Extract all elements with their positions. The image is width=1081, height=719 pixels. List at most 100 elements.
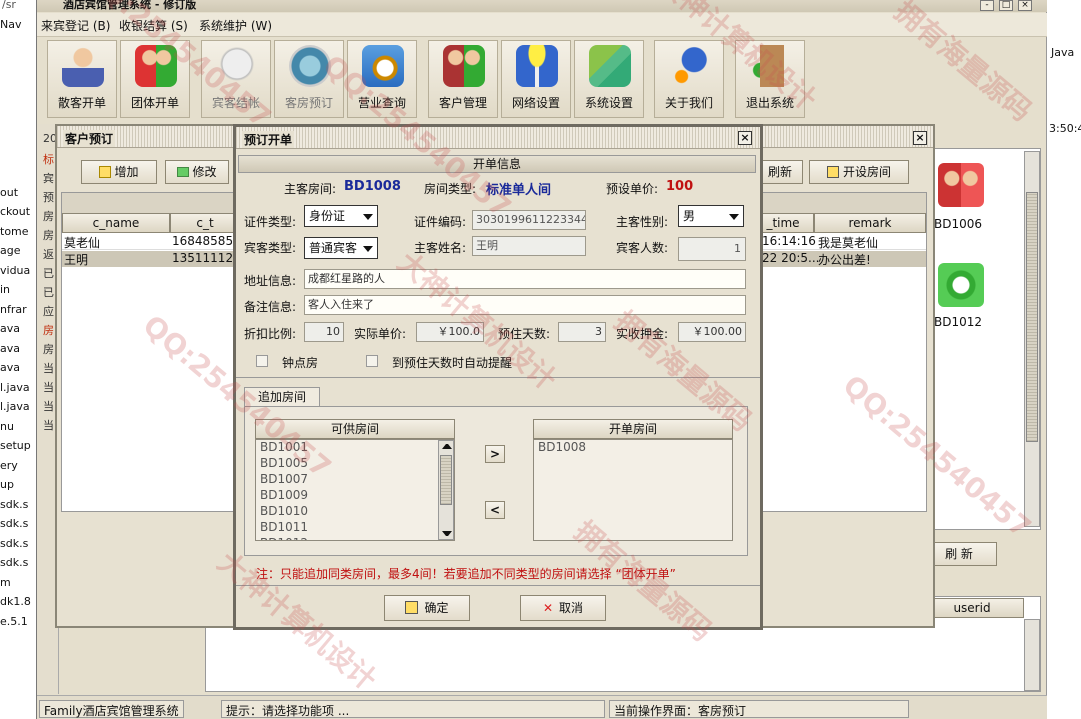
tab-add-room[interactable]: 追加房间 [244, 387, 320, 407]
id-type-select[interactable]: 身份证 [304, 205, 378, 227]
ide-tree-item[interactable]: l.java [0, 381, 30, 394]
days-field[interactable]: 3 [558, 322, 606, 342]
ide-tree-item[interactable]: Nav [0, 18, 21, 31]
id-type-label: 证件类型: [244, 215, 297, 229]
bottom-col-userid[interactable]: userid [920, 598, 1024, 618]
name-field[interactable]: 王明 [472, 236, 586, 256]
tool-system-settings[interactable]: 系统设置 [574, 40, 644, 118]
col-c-tel[interactable]: c_t [170, 213, 240, 233]
menu-system[interactable]: 系统维护 (W) [199, 17, 272, 34]
ide-tree-item[interactable]: e.5.1 [0, 615, 28, 628]
ide-tree-item[interactable]: ery [0, 459, 18, 472]
hourly-checkbox[interactable] [256, 355, 268, 367]
ide-tree-item[interactable]: nfrar [0, 303, 27, 316]
list-item[interactable]: BD1010 [258, 504, 454, 520]
opened-rooms-list[interactable]: BD1008 [533, 439, 733, 541]
avail-scrollbar[interactable] [438, 440, 454, 540]
tool-about[interactable]: 关于我们 [654, 40, 724, 118]
ide-tree-item[interactable]: m [0, 576, 11, 589]
status-app-name: Family酒店宾馆管理系统 [39, 700, 184, 718]
minimize-button[interactable]: - [980, 0, 994, 11]
list-item[interactable]: BD1001 [258, 440, 454, 456]
avail-scroll-thumb[interactable] [440, 455, 452, 505]
ide-tree-item[interactable]: ava [0, 322, 20, 335]
ide-tree-item[interactable]: in [0, 283, 10, 296]
tool-customer-manage[interactable]: 客户管理 [428, 40, 498, 118]
ide-right-java[interactable]: Java [1051, 46, 1074, 59]
customer-edit-button[interactable]: 修改 [165, 160, 229, 184]
tool-exit[interactable]: 退出系统 [735, 40, 805, 118]
bottom-scrollbar[interactable] [1024, 619, 1040, 691]
note-field[interactable]: 客人入住来了 [304, 295, 746, 315]
ide-tree-item[interactable]: setup [0, 439, 31, 452]
chevron-up-icon[interactable] [442, 444, 452, 449]
avail-rooms-list[interactable]: BD1001BD1005BD1007BD1009BD1010BD1011BD10… [255, 439, 455, 541]
move-left-button[interactable]: < [485, 501, 505, 519]
menu-cashier[interactable]: 收银结算 (S) [119, 17, 188, 34]
list-item[interactable]: BD1007 [258, 472, 454, 488]
dialog-bottom-divider [236, 585, 760, 586]
remind-checkbox[interactable] [366, 355, 378, 367]
tool-single-checkin[interactable]: 散客开单 [47, 40, 117, 118]
room-icon-bd1012[interactable] [938, 263, 984, 307]
remind-label: 到预住天数时自动提醒 [392, 356, 513, 370]
count-field[interactable]: 1 [678, 237, 746, 261]
customer-refresh-button[interactable]: 刷新 [757, 160, 803, 184]
list-item[interactable]: BD1005 [258, 456, 454, 472]
room-grid-scrollbar[interactable] [1024, 151, 1040, 527]
left-mark-text: 预 [43, 191, 54, 204]
ide-tree-item[interactable]: up [0, 478, 14, 491]
list-item[interactable]: BD1012 [258, 536, 454, 540]
room-icon-bd1006[interactable] [938, 163, 984, 207]
open-room-button[interactable]: 开设房间 [809, 160, 909, 184]
tool-checkout[interactable]: 宾客结帐 [201, 40, 271, 118]
col-c-name[interactable]: c_name [62, 213, 170, 233]
list-item[interactable]: BD1011 [258, 520, 454, 536]
ok-button[interactable]: 确定 [384, 595, 470, 621]
guest-type-select[interactable]: 普通宾客 [304, 237, 378, 259]
chevron-down-icon[interactable] [442, 531, 452, 536]
customer-panel-close-icon[interactable]: × [913, 131, 927, 145]
list-item[interactable]: BD1008 [536, 440, 732, 456]
group-icon [135, 45, 177, 87]
booking-dialog-close-icon[interactable]: × [738, 131, 752, 145]
gender-select[interactable]: 男 [678, 205, 744, 227]
close-button[interactable]: × [1018, 0, 1032, 11]
discount-field[interactable]: 10 [304, 322, 344, 342]
ide-tree-item[interactable]: nu [0, 420, 14, 433]
ide-tree-item[interactable]: vidua [0, 264, 30, 277]
menu-register[interactable]: 来宾登记 (B) [41, 17, 110, 34]
ide-tree-item[interactable]: sdk.s [0, 517, 28, 530]
customer-add-label: 增加 [114, 165, 139, 179]
ide-left-strip: /sr Nav out ckout tome age vidua in nfrar ava ava… [0, 0, 36, 719]
ide-tree-item[interactable]: sdk.s [0, 498, 28, 511]
ide-tree-item[interactable]: ava [0, 342, 20, 355]
addr-field[interactable]: 成都红星路的人 [304, 269, 746, 289]
list-item[interactable]: BD1009 [258, 488, 454, 504]
col-remark[interactable]: remark [814, 213, 926, 233]
id-no-field[interactable]: 3030199611223344 [472, 210, 586, 230]
ide-tree-item[interactable]: sdk.s [0, 537, 28, 550]
edit-icon [177, 167, 190, 177]
maximize-button[interactable]: □ [999, 0, 1013, 11]
tool-network-settings[interactable]: 网络设置 [501, 40, 571, 118]
tool-booking[interactable]: 客房预订 [274, 40, 344, 118]
cancel-button[interactable]: ✕ 取消 [520, 595, 606, 621]
ide-tree-item[interactable]: tome [0, 225, 29, 238]
tool-business-query[interactable]: 营业查询 [347, 40, 417, 118]
ide-tree-item[interactable]: dk1.8 [0, 595, 31, 608]
cell-remark: 办公出差! [818, 253, 871, 267]
ide-tree-item[interactable]: out [0, 186, 18, 199]
customer-add-button[interactable]: 增加 [81, 160, 157, 184]
move-right-button[interactable]: > [485, 445, 505, 463]
deposit-field[interactable]: ￥100.00 [678, 322, 746, 342]
left-mark-text: 房 [43, 210, 54, 223]
ide-tree-item[interactable]: ckout [0, 205, 30, 218]
ide-tree-item[interactable]: sdk.s [0, 556, 28, 569]
ide-tree-item[interactable]: age [0, 244, 21, 257]
room-grid-scroll-thumb[interactable] [1026, 192, 1038, 442]
tool-group-checkin[interactable]: 团体开单 [120, 40, 190, 118]
real-price-field[interactable]: ￥100.0 [416, 322, 484, 342]
ide-tree-item[interactable]: ava [0, 361, 20, 374]
ide-tree-item[interactable]: l.java [0, 400, 30, 413]
